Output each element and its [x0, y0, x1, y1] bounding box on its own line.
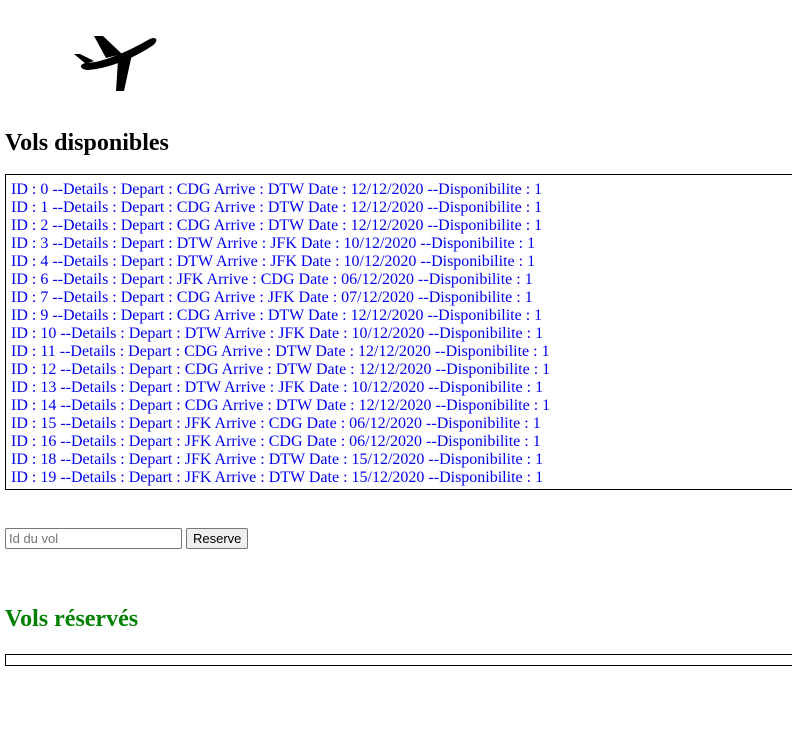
flight-list-item[interactable]: ID : 15 --Details : Depart : JFK Arrive … [11, 415, 792, 433]
flight-list-item[interactable]: ID : 6 --Details : Depart : JFK Arrive :… [11, 271, 792, 289]
flight-list-item[interactable]: ID : 12 --Details : Depart : CDG Arrive … [11, 361, 792, 379]
flight-list-item[interactable]: ID : 10 --Details : Depart : DTW Arrive … [11, 325, 792, 343]
flight-list-item[interactable]: ID : 11 --Details : Depart : CDG Arrive … [11, 343, 792, 361]
available-flights-title: Vols disponibles [5, 130, 169, 156]
reserve-form: Reserve [5, 528, 249, 549]
flight-list-item[interactable]: ID : 7 --Details : Depart : CDG Arrive :… [11, 289, 792, 307]
flight-list-item[interactable]: ID : 1 --Details : Depart : CDG Arrive :… [11, 199, 792, 217]
flight-list-item[interactable]: ID : 16 --Details : Depart : JFK Arrive … [11, 433, 792, 451]
flight-list-item[interactable]: ID : 2 --Details : Depart : CDG Arrive :… [11, 217, 792, 235]
reserved-flights-title: Vols réservés [5, 606, 139, 632]
reserved-flights-list [5, 654, 792, 666]
flight-list-item[interactable]: ID : 9 --Details : Depart : CDG Arrive :… [11, 307, 792, 325]
airplane-icon [74, 36, 157, 91]
flight-list-item[interactable]: ID : 3 --Details : Depart : DTW Arrive :… [11, 235, 792, 253]
flight-id-input[interactable] [5, 528, 182, 549]
flight-list-item[interactable]: ID : 19 --Details : Depart : JFK Arrive … [11, 469, 792, 487]
reserve-button[interactable]: Reserve [186, 528, 249, 549]
flight-list-item[interactable]: ID : 13 --Details : Depart : DTW Arrive … [11, 379, 792, 397]
flight-list-item[interactable]: ID : 4 --Details : Depart : DTW Arrive :… [11, 253, 792, 271]
flight-list-item[interactable]: ID : 0 --Details : Depart : CDG Arrive :… [11, 181, 792, 199]
available-flights-list: ID : 0 --Details : Depart : CDG Arrive :… [5, 174, 792, 490]
flight-list-item[interactable]: ID : 14 --Details : Depart : CDG Arrive … [11, 397, 792, 415]
flight-list-item[interactable]: ID : 18 --Details : Depart : JFK Arrive … [11, 451, 792, 469]
